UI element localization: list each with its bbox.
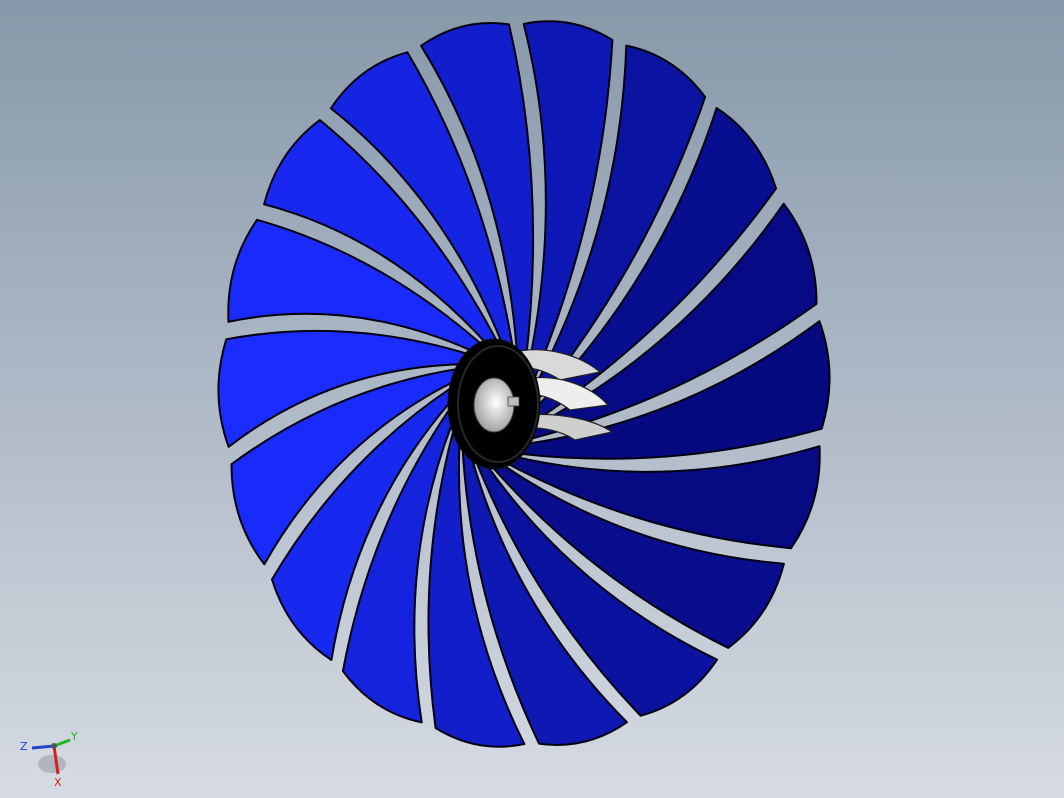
graphics-viewport[interactable]: Z Y X [0, 0, 1064, 798]
z-axis-label: Z [20, 740, 28, 753]
view-orientation-triad[interactable]: Z Y X [14, 726, 84, 789]
model-scene[interactable] [0, 0, 1064, 798]
x-axis-label: X [54, 776, 62, 788]
triad-base-shadow [38, 755, 66, 773]
keyway [507, 396, 520, 407]
triad-origin [51, 743, 57, 749]
y-axis-label: Y [70, 730, 78, 743]
z-axis-arrow [31, 744, 55, 750]
hub[interactable] [447, 338, 541, 470]
